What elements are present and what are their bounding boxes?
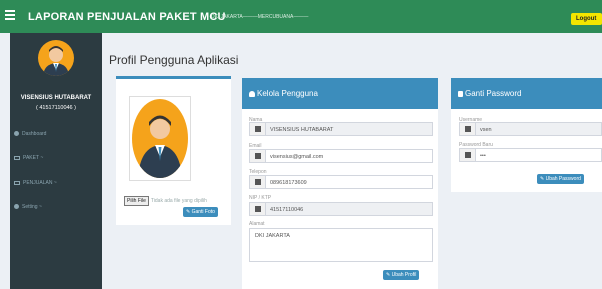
file-picker[interactable]: Pilih File Tidak ada file yang dipilih <box>124 196 207 206</box>
choose-file-button[interactable]: Pilih File <box>124 196 149 206</box>
sidebar-item-penjualan[interactable]: PENJUALAN ~ <box>14 180 57 186</box>
sidebar-user-id: ( 41517110046 ) <box>36 105 76 111</box>
no-file-text: Tidak ada file yang dipilih <box>150 198 207 204</box>
username-field[interactable]: vsen <box>459 122 602 136</box>
sidebar-item-dashboard[interactable]: Dashboard <box>14 131 46 137</box>
top-navbar: LAPORAN PENJUALAN PAKET MCU DKI JAKARTA—… <box>0 0 602 33</box>
user-icon <box>249 91 255 97</box>
sidebar-item-paket[interactable]: PAKET ~ <box>14 155 43 161</box>
app-title: LAPORAN PENJUALAN PAKET MCU <box>28 11 226 23</box>
user-icon <box>250 123 266 135</box>
sidebar: VISENSIUS HUTABARAT ( 41517110046 ) Dash… <box>10 33 102 289</box>
user-card-header: Kelola Pengguna <box>242 81 438 109</box>
user-avatar <box>38 40 74 76</box>
sales-icon <box>14 180 20 185</box>
name-field[interactable]: VISENSIUS HUTABARAT <box>249 122 433 136</box>
app-subtitle: DKI JAKARTA———MERCUBUANA——— <box>211 14 309 20</box>
id-card-icon <box>250 203 266 215</box>
change-password-button[interactable]: ✎ Ubah Password <box>537 174 584 184</box>
envelope-icon <box>250 150 266 162</box>
email-field[interactable]: visensius@gmail.com <box>249 149 433 163</box>
update-profile-button[interactable]: ✎ Ubah Profil <box>383 270 420 280</box>
nip-field[interactable]: 41517110046 <box>249 202 433 216</box>
phone-icon <box>250 176 266 188</box>
user-icon <box>460 123 476 135</box>
profile-photo <box>129 96 191 181</box>
page-title: Profil Pengguna Aplikasi <box>109 53 239 67</box>
phone-field[interactable]: 089618173609 <box>249 175 433 189</box>
password-card-header: Ganti Password <box>451 81 602 109</box>
hamburger-menu-icon[interactable] <box>5 10 15 20</box>
sidebar-item-setting[interactable]: Setting ~ <box>14 204 42 210</box>
lock-icon <box>460 149 476 161</box>
sidebar-user-name: VISENSIUS HUTABARAT <box>20 95 92 101</box>
package-icon <box>14 155 20 160</box>
new-password-field[interactable]: ••• <box>459 148 602 162</box>
address-textarea[interactable]: DKI JAKARTA <box>249 228 433 262</box>
settings-icon <box>14 204 19 210</box>
lock-icon <box>458 91 463 97</box>
change-photo-button[interactable]: ✎ Ganti Foto <box>183 207 218 217</box>
logout-button[interactable]: Logout <box>571 13 602 25</box>
nip-label: NIP / KTP <box>249 195 272 201</box>
address-label: Alamat <box>249 221 265 227</box>
dashboard-icon <box>14 131 19 137</box>
